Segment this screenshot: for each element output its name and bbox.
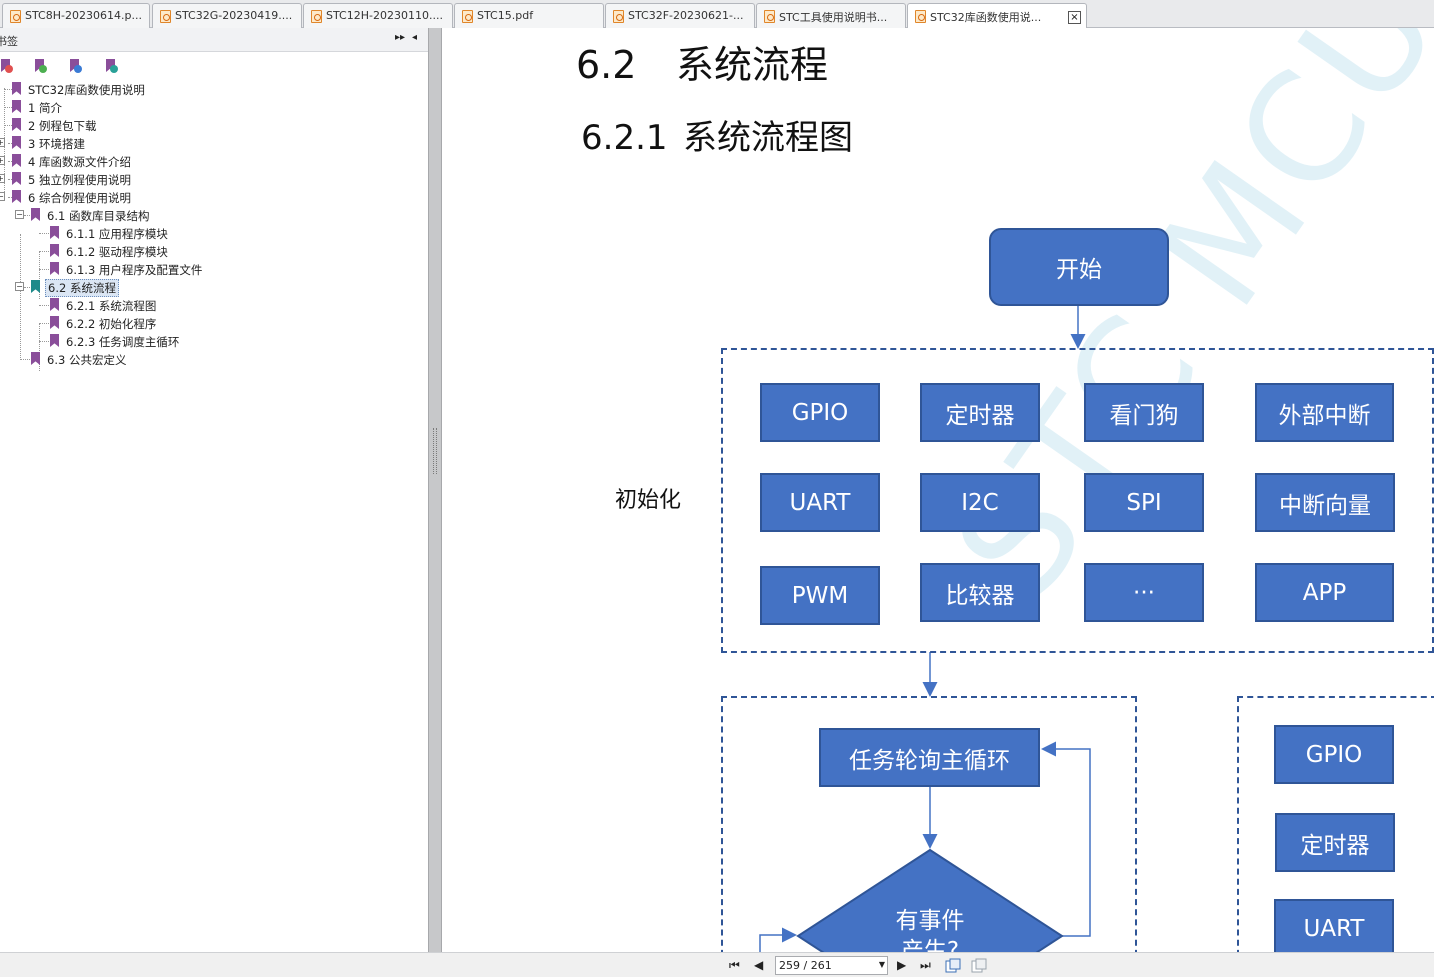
bookmark-icon	[50, 298, 59, 311]
bookmark-icon	[12, 154, 21, 167]
expand-toggle-icon[interactable]: +	[0, 138, 5, 147]
close-panel-icon[interactable]: ◂	[412, 32, 417, 43]
tab-stc32f[interactable]: STC32F-20230621-...	[605, 3, 755, 28]
collapse-toggle-icon[interactable]: −	[0, 192, 5, 201]
bookmark-icon	[50, 262, 59, 275]
bookmark-icon	[12, 118, 21, 131]
bookmark-icon	[50, 226, 59, 239]
tab-stc32g[interactable]: STC32G-20230419....	[152, 3, 302, 28]
close-tab-button[interactable]: ×	[1068, 11, 1081, 24]
flow-module-box: GPIO	[1274, 725, 1394, 784]
pdf-file-icon	[311, 10, 322, 23]
collapse-toggle-icon[interactable]: −	[15, 210, 24, 219]
flow-module-box: 看门狗	[1084, 383, 1204, 442]
pdf-file-icon	[10, 10, 21, 23]
expand-toggle-icon[interactable]: +	[0, 174, 5, 183]
tab-label: STC工具使用说明书...	[779, 11, 888, 24]
flow-module-box: PWM	[760, 566, 880, 625]
bookmarks-panel: 书签 ▸▸ ◂ + + + − − − STC32库函数使用说明 1 简介 2 …	[0, 28, 428, 952]
tab-label: STC32G-20230419....	[175, 9, 293, 22]
pdf-file-icon	[462, 10, 473, 23]
flow-module-box: 比较器	[920, 563, 1040, 622]
tab-stc12h[interactable]: STC12H-20230110....	[303, 3, 453, 28]
first-page-button[interactable]: ⏮	[729, 959, 741, 971]
decision-label: 有事件 产生?	[895, 908, 965, 952]
bookmark-icon	[12, 190, 21, 203]
flow-module-box: UART	[1274, 899, 1394, 952]
collapse-toggle-icon[interactable]: −	[15, 282, 24, 291]
bookmark-icon	[12, 136, 21, 149]
flow-module-box: APP	[1255, 563, 1394, 622]
tab-label: STC12H-20230110....	[326, 9, 443, 22]
flow-module-box: 定时器	[1275, 813, 1395, 872]
page-number-value: 259 / 261	[779, 959, 832, 972]
flow-module-box: 外部中断	[1255, 383, 1394, 442]
bookmark-icon	[31, 352, 40, 365]
bookmarks-panel-title: 书签	[0, 35, 18, 48]
pdf-file-icon	[160, 10, 171, 23]
chevron-down-icon[interactable]: ▼	[879, 960, 885, 969]
flow-module-box: 中断向量	[1255, 473, 1395, 532]
splitter-grip-icon[interactable]	[433, 428, 437, 474]
flow-module-box: SPI	[1084, 473, 1204, 532]
pdf-page-view[interactable]: STC MCU 6.2 系统流程 6.2.1 系统流程图 开始 初始化 GPIO 定…	[442, 28, 1434, 952]
bookmarks-toolbar	[0, 56, 428, 78]
tab-stc-tool-manual[interactable]: STC工具使用说明书...	[756, 3, 906, 28]
pdf-file-icon	[764, 10, 775, 23]
pdf-file-icon	[613, 10, 624, 23]
panel-splitter[interactable]	[428, 28, 442, 952]
bookmark-icon	[12, 172, 21, 185]
collapse-panel-icon[interactable]: ▸▸	[395, 32, 405, 43]
tab-stc15[interactable]: STC15.pdf	[454, 3, 604, 28]
bookmark-icon	[50, 316, 59, 329]
go-back-view-icon[interactable]	[945, 958, 961, 973]
go-forward-view-icon[interactable]	[971, 958, 987, 973]
bookmark-icon	[31, 280, 40, 293]
tab-stc32-library-manual[interactable]: STC32库函数使用说... ×	[907, 3, 1087, 29]
main-loop-box: 任务轮询主循环	[819, 728, 1040, 787]
find-bookmark-icon[interactable]	[103, 58, 118, 74]
flow-start-node: 开始	[989, 228, 1169, 306]
bookmarks-panel-header: 书签 ▸▸ ◂	[0, 28, 428, 52]
flow-module-box: 定时器	[920, 383, 1040, 442]
next-page-button[interactable]: ▶	[897, 959, 909, 971]
flow-module-box: GPIO	[760, 383, 880, 442]
page-number-field[interactable]: 259 / 261 ▼	[775, 956, 888, 975]
bookmark-icon	[12, 82, 21, 95]
last-page-button[interactable]: ⏭	[920, 959, 932, 971]
bookmark-icon	[50, 244, 59, 257]
bookmark-icon	[31, 208, 40, 221]
bookmark-icon	[12, 100, 21, 113]
tab-label: STC15.pdf	[477, 9, 534, 22]
tab-stc8h[interactable]: STC8H-20230614.p...	[2, 3, 150, 28]
expand-toggle-icon[interactable]: +	[0, 156, 5, 165]
delete-bookmark-icon[interactable]	[0, 58, 13, 74]
document-tab-bar: STC8H-20230614.p... STC32G-20230419.... …	[0, 0, 1434, 29]
pdf-file-icon	[915, 10, 926, 23]
flow-module-box: I2C	[920, 473, 1040, 532]
goto-bookmark-icon[interactable]	[67, 58, 82, 74]
tab-label: STC32库函数使用说...	[930, 11, 1042, 24]
add-bookmark-icon[interactable]	[32, 58, 47, 74]
tab-label: STC8H-20230614.p...	[25, 9, 142, 22]
init-label: 初始化	[615, 488, 682, 513]
flow-module-box: UART	[760, 473, 880, 532]
page-navigation-bar: ⏮ ◀ 259 / 261 ▼ ▶ ⏭	[0, 952, 1434, 977]
tab-label: STC32F-20230621-...	[628, 9, 744, 22]
previous-page-button[interactable]: ◀	[754, 959, 766, 971]
flow-module-box: ···	[1084, 563, 1204, 622]
bookmark-icon	[50, 334, 59, 347]
